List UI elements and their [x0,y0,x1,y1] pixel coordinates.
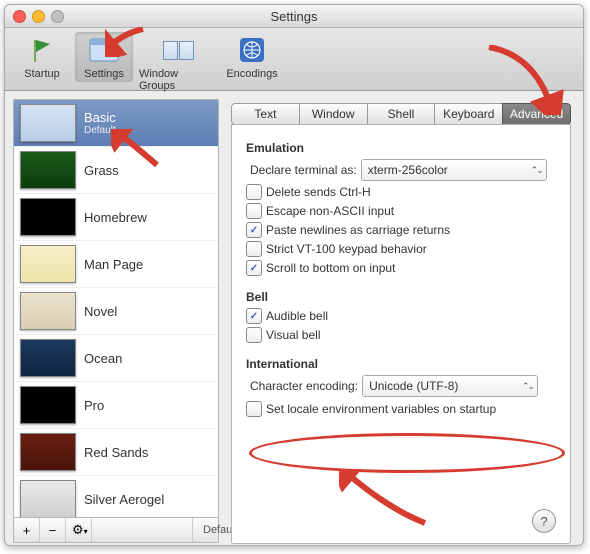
close-icon[interactable] [13,10,26,23]
sidebar-footer: + − ⚙▾ Default [14,517,218,542]
profile-name: Novel [84,304,117,319]
profile-name: Man Page [84,257,143,272]
profile-name: Red Sands [84,445,148,460]
tab-shell[interactable]: Shell [367,103,436,125]
toolbar-startup[interactable]: Startup [13,32,71,82]
emulation-checkbox-4[interactable] [246,260,262,276]
default-button[interactable]: Default [192,518,218,542]
bell-label-0: Audible bell [266,309,328,323]
tab-window[interactable]: Window [299,103,368,125]
section-international: International [246,357,556,371]
tab-keyboard[interactable]: Keyboard [434,103,503,125]
profile-pro[interactable]: Pro [14,382,218,429]
emulation-label-4: Scroll to bottom on input [266,261,395,275]
profile-thumb [20,480,76,517]
profile-ocean[interactable]: Ocean [14,335,218,382]
bell-label-1: Visual bell [266,328,320,342]
titlebar[interactable]: Settings [5,5,583,28]
profile-subtitle: Default [84,125,116,136]
profile-thumb [20,386,76,424]
profile-list[interactable]: BasicDefault Grass Homebrew Man Page Novel Oc… [14,100,218,517]
emulation-checkbox-3[interactable] [246,241,262,257]
gear-button[interactable]: ⚙▾ [66,518,92,542]
zoom-icon[interactable] [51,10,64,23]
profile-thumb [20,433,76,471]
encoding-select[interactable]: Unicode (UTF-8) [362,375,538,397]
declare-terminal-select[interactable]: xterm-256color [361,159,547,181]
profile-silver-aerogel[interactable]: Silver Aerogel [14,476,218,517]
flag-icon [26,34,58,66]
globe-icon [236,34,268,66]
toolbar-label: Window Groups [139,68,217,92]
profile-novel[interactable]: Novel [14,288,218,335]
profile-thumb [20,339,76,377]
emulation-checkbox-2[interactable] [246,222,262,238]
locale-label: Set locale environment variables on star… [266,402,496,416]
remove-button[interactable]: − [40,518,66,542]
profile-name: Pro [84,398,104,413]
profile-grass[interactable]: Grass [14,147,218,194]
locale-checkbox[interactable] [246,401,262,417]
toolbar-encodings[interactable]: Encodings [223,32,281,82]
emulation-label-0: Delete sends Ctrl-H [266,185,371,199]
profile-name: Grass [84,163,119,178]
tab-bar: TextWindowShellKeyboardAdvanced [231,103,571,125]
profile-thumb [20,292,76,330]
toolbar-label: Startup [24,68,59,80]
toolbar: Startup Settings Window Groups Encodings [5,28,583,91]
minimize-icon[interactable] [32,10,45,23]
window-title: Settings [5,9,583,24]
profile-basic[interactable]: BasicDefault [14,100,218,147]
profile-red-sands[interactable]: Red Sands [14,429,218,476]
profile-thumb [20,198,76,236]
window-groups-icon [162,34,194,66]
gear-icon: ⚙ [72,522,84,537]
emulation-label-1: Escape non-ASCII input [266,204,394,218]
section-bell: Bell [246,290,556,304]
tab-advanced[interactable]: Advanced [502,103,571,125]
tab-text[interactable]: Text [231,103,300,125]
section-emulation: Emulation [246,141,556,155]
bell-checkbox-0[interactable] [246,308,262,324]
encoding-label: Character encoding: [250,379,358,393]
bell-checkbox-1[interactable] [246,327,262,343]
toolbar-settings[interactable]: Settings [75,32,133,82]
emulation-checkbox-0[interactable] [246,184,262,200]
profile-sidebar: BasicDefaultGrassHomebrewMan PageNovelOc… [13,99,219,543]
emulation-label-2: Paste newlines as carriage returns [266,223,450,237]
content-area: TextWindowShellKeyboardAdvanced Emulatio… [219,91,583,546]
advanced-pane: Emulation Declare terminal as: xterm-256… [231,124,571,544]
emulation-label-3: Strict VT-100 keypad behavior [266,242,427,256]
profile-name: Basic [84,110,116,125]
emulation-checkbox-1[interactable] [246,203,262,219]
profile-thumb [20,245,76,283]
declare-label: Declare terminal as: [250,163,357,177]
toolbar-label: Settings [84,68,124,80]
profile-thumb [20,151,76,189]
settings-window: Settings Startup Settings Window Groups … [4,4,584,546]
profile-name: Silver Aerogel [84,492,164,507]
profile-homebrew[interactable]: Homebrew [14,194,218,241]
profile-name: Ocean [84,351,122,366]
help-button[interactable]: ? [532,509,556,533]
toolbar-label: Encodings [226,68,277,80]
add-button[interactable]: + [14,518,40,542]
profile-name: Homebrew [84,210,147,225]
profile-thumb [20,104,76,142]
profile-man-page[interactable]: Man Page [14,241,218,288]
toolbar-window-groups[interactable]: Window Groups [137,32,219,94]
window-icon [88,34,120,66]
